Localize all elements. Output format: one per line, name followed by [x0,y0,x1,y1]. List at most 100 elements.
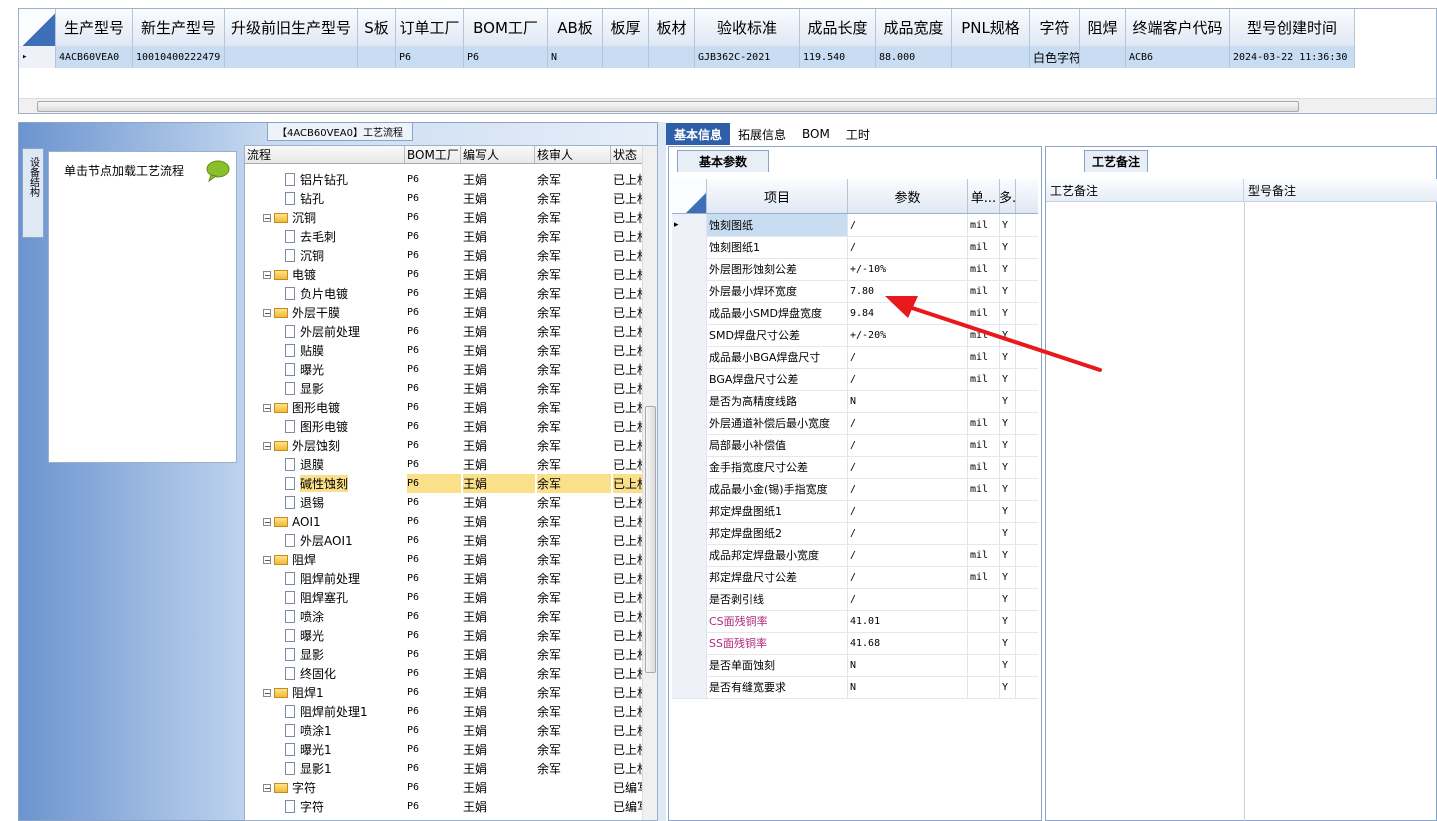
grid-column-header[interactable]: 成品宽度 [876,9,952,46]
tree-row[interactable]: 显影1 P6 王娟 余军 已上权 [245,759,649,778]
collapse-icon[interactable]: − [263,213,271,222]
params-row[interactable]: 成品最小金(锡)手指宽度 / mil Y [672,478,1038,501]
tree-row[interactable]: 图形电镀 P6 王娟 余军 已上权 [245,417,649,436]
grid-column-header[interactable]: 成品长度 [800,9,876,46]
param-value[interactable]: / [848,478,968,500]
grid-cell[interactable]: 10010400222479 [133,46,225,68]
grid-column-header[interactable]: 字符 [1030,9,1080,46]
tab-bom[interactable]: BOM [794,123,838,145]
tree-node[interactable]: 字符 [285,797,324,816]
grid-cell[interactable] [603,46,649,68]
tree-row[interactable]: 喷涂 P6 王娟 余军 已上权 [245,607,649,626]
grid-column-header[interactable]: 终端客户代码 [1126,9,1230,46]
params-row[interactable]: CS面残铜率 41.01 Y [672,610,1038,633]
tree-row[interactable]: 喷涂1 P6 王娟 余军 已上权 [245,721,649,740]
param-value[interactable]: / [848,522,968,544]
grid-column-header[interactable]: 板材 [649,9,695,46]
params-column-header[interactable]: 多. [999,179,1016,213]
grid-cell[interactable] [1080,46,1126,68]
collapse-icon[interactable]: − [263,308,271,317]
scrollbar-thumb[interactable] [37,101,1299,112]
tab-basic-info[interactable]: 基本信息 [666,123,731,145]
grid-cell[interactable]: 88.000 [876,46,952,68]
tree-row[interactable]: 去毛刺 P6 王娟 余军 已上权 [245,227,649,246]
tree-row[interactable]: 外层AOI1 P6 王娟 余军 已上权 [245,531,649,550]
params-row[interactable]: 邦定焊盘图纸1/ Y [672,500,1038,523]
params-row[interactable]: 成品邦定焊盘最小宽度 / mil Y [672,544,1038,567]
grid-cell[interactable]: N [548,46,603,68]
grid-cell[interactable]: GJB362C-2021 [695,46,800,68]
grid-cell[interactable] [952,46,1030,68]
tab-process-notes[interactable]: 工艺备注 [1084,150,1148,172]
tree-node[interactable]: 图形电镀 [285,417,348,436]
params-row[interactable]: 金手指宽度尺寸公差 / mil Y [672,456,1038,479]
collapse-icon[interactable]: − [263,555,271,564]
tree-row[interactable]: 阻焊前处理1 P6 王娟 余军 已上权 [245,702,649,721]
tree-vertical-scrollbar[interactable] [642,146,657,820]
param-value[interactable]: N [848,676,968,698]
params-row[interactable]: 外层通道补偿后最小宽度 / mil Y [672,412,1038,435]
tree-node[interactable]: 负片电镀 [285,284,348,303]
collapse-icon[interactable]: − [263,688,271,697]
tree-row[interactable]: 碱性蚀刻 P6 王娟 余军 已上权 [245,474,649,493]
side-tab-equipment[interactable]: 设备结构 [22,148,44,238]
grid-cell[interactable]: 119.540 [800,46,876,68]
param-value[interactable]: / [848,456,968,478]
tree-node[interactable]: − 外层蚀刻 [263,436,340,455]
tree-column-header[interactable]: 编写人 [461,146,535,163]
grid-horizontal-scrollbar[interactable] [19,98,1436,113]
tree-node[interactable]: − 字符 [263,778,316,797]
grid-cell[interactable]: ACB6 [1126,46,1230,68]
params-row[interactable]: SS面残铜率 41.68 Y [672,632,1038,655]
grid-row[interactable]: ▸ 4ACB60VEA0 10010400222479 P6 P6 N GJB362C-20… [19,46,1355,68]
tree-row[interactable]: 阻焊塞孔 P6 王娟 余军 已上权 [245,588,649,607]
tree-node[interactable]: 阻焊前处理 [285,569,360,588]
grid-column-header[interactable]: 升级前旧生产型号 [225,9,358,46]
grid-column-header[interactable]: AB板 [548,9,603,46]
tree-node[interactable]: 铝片钻孔 [285,170,348,189]
tree-row[interactable]: − 外层干膜 P6 王娟 余军 已上权 [245,303,649,322]
grid-column-header[interactable]: S板 [358,9,396,46]
grid-cell[interactable]: 2024-03-22 11:36:30 [1230,46,1355,68]
grid-cell[interactable] [225,46,358,68]
params-column-header[interactable]: 参数 [848,179,968,213]
grid-column-header[interactable]: BOM工厂 [464,9,548,46]
tree-row[interactable]: − 沉铜 P6 王娟 余军 已上权 [245,208,649,227]
tree-row[interactable]: 阻焊前处理 P6 王娟 余军 已上权 [245,569,649,588]
tree-row[interactable]: 终固化 P6 王娟 余军 已上权 [245,664,649,683]
param-value[interactable]: +/-10% [848,258,968,280]
tree-row[interactable]: − AOI1 P6 王娟 余军 已上权 [245,512,649,531]
param-value[interactable]: N [848,390,968,412]
tree-row[interactable]: − 外层蚀刻 P6 王娟 余军 已上权 [245,436,649,455]
params-row[interactable]: 邦定焊盘图纸2/ Y [672,522,1038,545]
grid-cell[interactable]: 4ACB60VEA0 [56,46,133,68]
param-value[interactable]: 41.68 [848,632,968,654]
tree-node[interactable]: 显影 [285,379,324,398]
grid-column-header[interactable]: PNL规格 [952,9,1030,46]
tree-node[interactable]: 阻焊塞孔 [285,588,348,607]
tree-node[interactable]: 显影1 [285,759,332,778]
tree-node[interactable]: 沉铜 [285,246,324,265]
tree-row[interactable]: 显影 P6 王娟 余军 已上权 [245,379,649,398]
tree-row[interactable]: 外层前处理 P6 王娟 余军 已上权 [245,322,649,341]
collapse-icon[interactable]: − [263,403,271,412]
grid-column-header[interactable]: 阻焊 [1080,9,1126,46]
scrollbar-thumb[interactable] [645,406,656,673]
collapse-icon[interactable]: − [263,270,271,279]
tree-row[interactable]: 铝片钻孔 P6 王娟 余军 已上权 [245,170,649,189]
param-value[interactable]: / [848,500,968,522]
tree-node[interactable]: 去毛刺 [285,227,336,246]
tree-row[interactable]: 退膜 P6 王娟 余军 已上权 [245,455,649,474]
params-row[interactable]: 是否有缝宽要求 N Y [672,676,1038,699]
tree-node[interactable]: 显影 [285,645,324,664]
grid-column-header[interactable]: 新生产型号 [133,9,225,46]
params-row[interactable]: 局部最小补偿值 / mil Y [672,434,1038,457]
tree-row[interactable]: 贴膜 P6 王娟 余军 已上权 [245,341,649,360]
tree-row[interactable]: 显影 P6 王娟 余军 已上权 [245,645,649,664]
tree-row[interactable]: − 阻焊1 P6 王娟 余军 已上权 [245,683,649,702]
grid-cell[interactable] [649,46,695,68]
tree-node[interactable]: 退膜 [285,455,324,474]
tree-row[interactable]: 沉铜 P6 王娟 余军 已上权 [245,246,649,265]
tree-row[interactable]: 曝光 P6 王娟 余军 已上权 [245,360,649,379]
grid-cell[interactable]: 白色字符 [1030,46,1080,68]
